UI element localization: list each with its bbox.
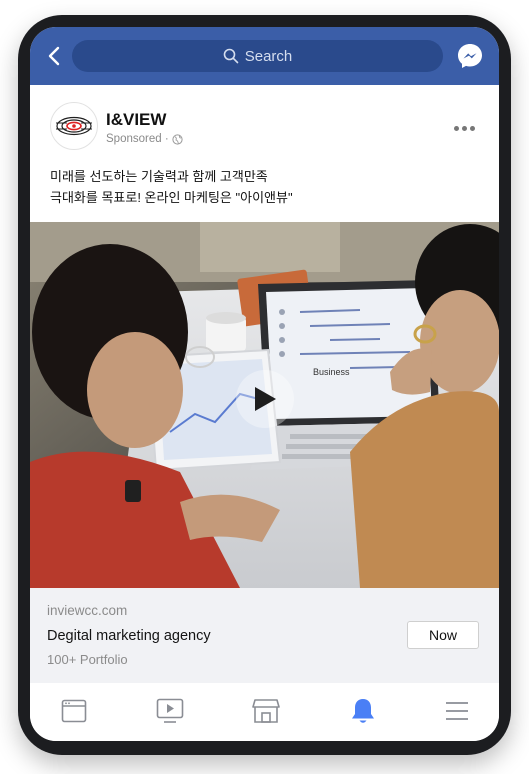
nav-news-feed[interactable] (59, 697, 89, 725)
cta-button[interactable]: Now (407, 621, 479, 649)
news-feed-icon (61, 699, 87, 723)
post-video[interactable]: Business (30, 222, 499, 588)
nav-notifications[interactable] (348, 697, 378, 725)
post-caption: 미래를 선도하는 기술력과 함께 고객만족 극대화를 목표로! 온라인 마케팅은… (50, 166, 480, 208)
search-icon (223, 48, 239, 64)
phone-screen: Search I&VIEW Sponsored · 미래를 선도하는 기술력과 … (30, 27, 499, 741)
link-preview[interactable]: inviewcc.com Degital marketing agency 10… (30, 588, 499, 683)
post-header: I&VIEW Sponsored · (30, 85, 499, 165)
link-domain: inviewcc.com (47, 603, 128, 618)
nav-menu[interactable] (442, 697, 472, 725)
back-arrow-icon (48, 46, 60, 66)
nav-marketplace[interactable] (251, 697, 281, 725)
caption-line: 미래를 선도하는 기술력과 함께 고객만족 (50, 169, 268, 184)
sponsored-row: Sponsored · (106, 133, 183, 145)
page-name[interactable]: I&VIEW (106, 110, 166, 130)
more-dot (454, 125, 459, 131)
more-dot (462, 125, 467, 131)
nav-watch[interactable] (155, 697, 185, 725)
top-bar: Search (30, 27, 499, 85)
search-placeholder: Search (244, 47, 293, 65)
notifications-bell-icon (352, 699, 374, 723)
more-dot (470, 125, 475, 131)
messenger-button[interactable] (456, 42, 484, 70)
back-button[interactable] (44, 43, 64, 69)
globe-icon (172, 133, 183, 145)
link-subline: 100+ Portfolio (47, 652, 128, 667)
link-headline: Degital marketing agency (47, 628, 211, 644)
play-icon (255, 387, 276, 411)
menu-icon (446, 702, 468, 720)
iview-logo (56, 116, 92, 136)
watch-video-icon (156, 698, 184, 723)
caption-line: 극대화를 목표로! 온라인 마케팅은 "아이앤뷰" (50, 190, 293, 205)
laptop-screen-text: Business (313, 367, 350, 377)
page-avatar[interactable] (50, 102, 98, 150)
play-button[interactable] (236, 370, 294, 428)
bottom-nav (30, 683, 499, 741)
sponsored-label: Sponsored · (106, 133, 169, 145)
marketplace-icon (252, 699, 280, 723)
search-input[interactable]: Search (72, 40, 443, 72)
more-options-button[interactable] (454, 123, 482, 133)
messenger-icon (458, 44, 482, 68)
